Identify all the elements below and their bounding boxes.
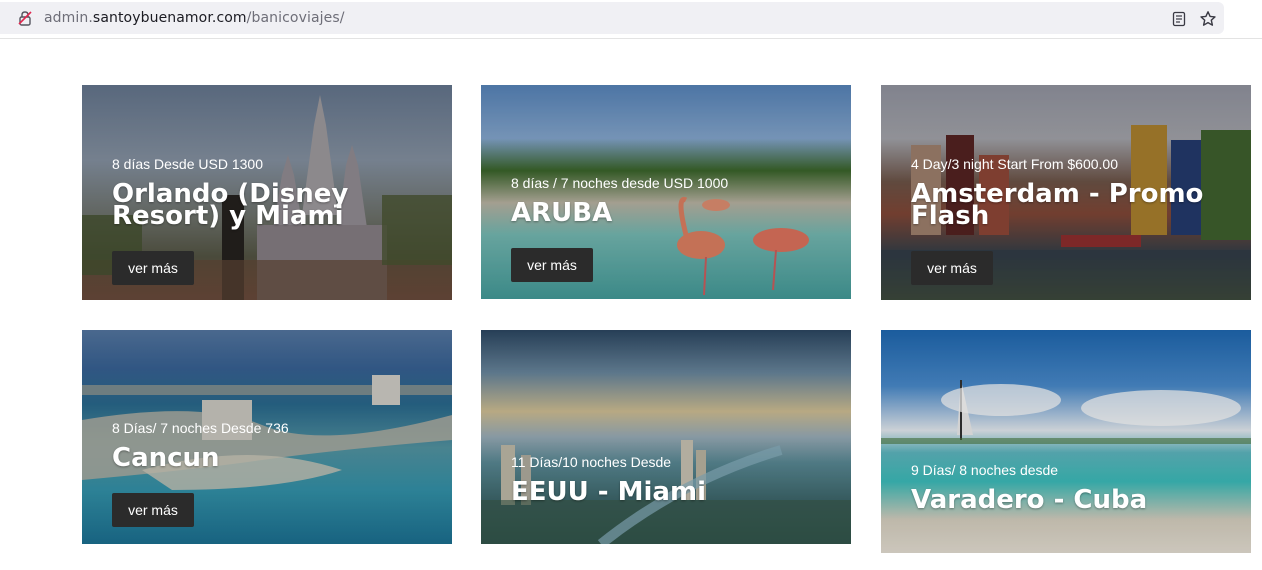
card-title: ARUBA	[511, 198, 613, 228]
url-prefix: admin.	[44, 10, 93, 26]
tour-card-aruba[interactable]: 8 días / 7 noches desde USD 1000 ARUBA v…	[481, 85, 851, 299]
card-title: Orlando (Disney Resort) y Miami	[112, 179, 349, 231]
card-subtitle: 8 Días/ 7 noches Desde 736	[112, 420, 289, 436]
url-host: santoybuenamor.com	[92, 10, 247, 26]
card-content: 4 Day/3 night Start From $600.00 Amsterd…	[911, 155, 1231, 285]
card-subtitle: 8 días Desde USD 1300	[112, 156, 263, 172]
card-subtitle: 11 Días/10 noches Desde	[511, 454, 672, 470]
ver-mas-button[interactable]: ver más	[112, 493, 194, 527]
url-path: /banicoviajes/	[246, 10, 345, 26]
ver-mas-button[interactable]: ver más	[112, 251, 194, 285]
card-subtitle: 4 Day/3 night Start From $600.00	[911, 156, 1118, 172]
reader-view-icon[interactable]	[1172, 11, 1186, 27]
tour-card-miami[interactable]: 11 Días/10 noches Desde EEUU - Miami	[481, 330, 851, 544]
url-text[interactable]: admin.santoybuenamor.com/banicoviajes/	[44, 10, 345, 26]
bookmark-star-icon[interactable]	[1199, 10, 1217, 28]
ver-mas-button[interactable]: ver más	[911, 251, 993, 285]
ver-mas-button[interactable]: ver más	[511, 248, 593, 282]
address-bar[interactable]: admin.santoybuenamor.com/banicoviajes/	[0, 2, 1224, 34]
image-overlay	[481, 330, 851, 544]
card-content: 11 Días/10 noches Desde EEUU - Miami	[511, 453, 831, 507]
card-title: Amsterdam - Promo Flash	[911, 179, 1204, 231]
browser-toolbar: admin.santoybuenamor.com/banicoviajes/	[0, 0, 1262, 39]
tour-card-amsterdam[interactable]: 4 Day/3 night Start From $600.00 Amsterd…	[881, 85, 1251, 300]
image-overlay	[881, 330, 1251, 553]
tour-card-orlando[interactable]: 8 días Desde USD 1300 Orlando (Disney Re…	[82, 85, 452, 300]
card-content: 8 Días/ 7 noches Desde 736 Cancun ver má…	[112, 419, 432, 527]
card-title: EEUU - Miami	[511, 477, 706, 507]
card-content: 8 días / 7 noches desde USD 1000 ARUBA v…	[511, 174, 831, 282]
tour-card-cancun[interactable]: 8 Días/ 7 noches Desde 736 Cancun ver má…	[82, 330, 452, 544]
card-subtitle: 9 Días/ 8 noches desde	[911, 462, 1059, 478]
card-subtitle: 8 días / 7 noches desde USD 1000	[511, 175, 729, 191]
card-title: Varadero - Cuba	[911, 485, 1148, 515]
card-content: 8 días Desde USD 1300 Orlando (Disney Re…	[112, 155, 432, 285]
insecure-lock-icon[interactable]	[17, 10, 33, 26]
tour-card-varadero[interactable]: 9 Días/ 8 noches desde Varadero - Cuba	[881, 330, 1251, 553]
card-title: Cancun	[112, 443, 220, 473]
card-content: 9 Días/ 8 noches desde Varadero - Cuba	[911, 461, 1231, 515]
